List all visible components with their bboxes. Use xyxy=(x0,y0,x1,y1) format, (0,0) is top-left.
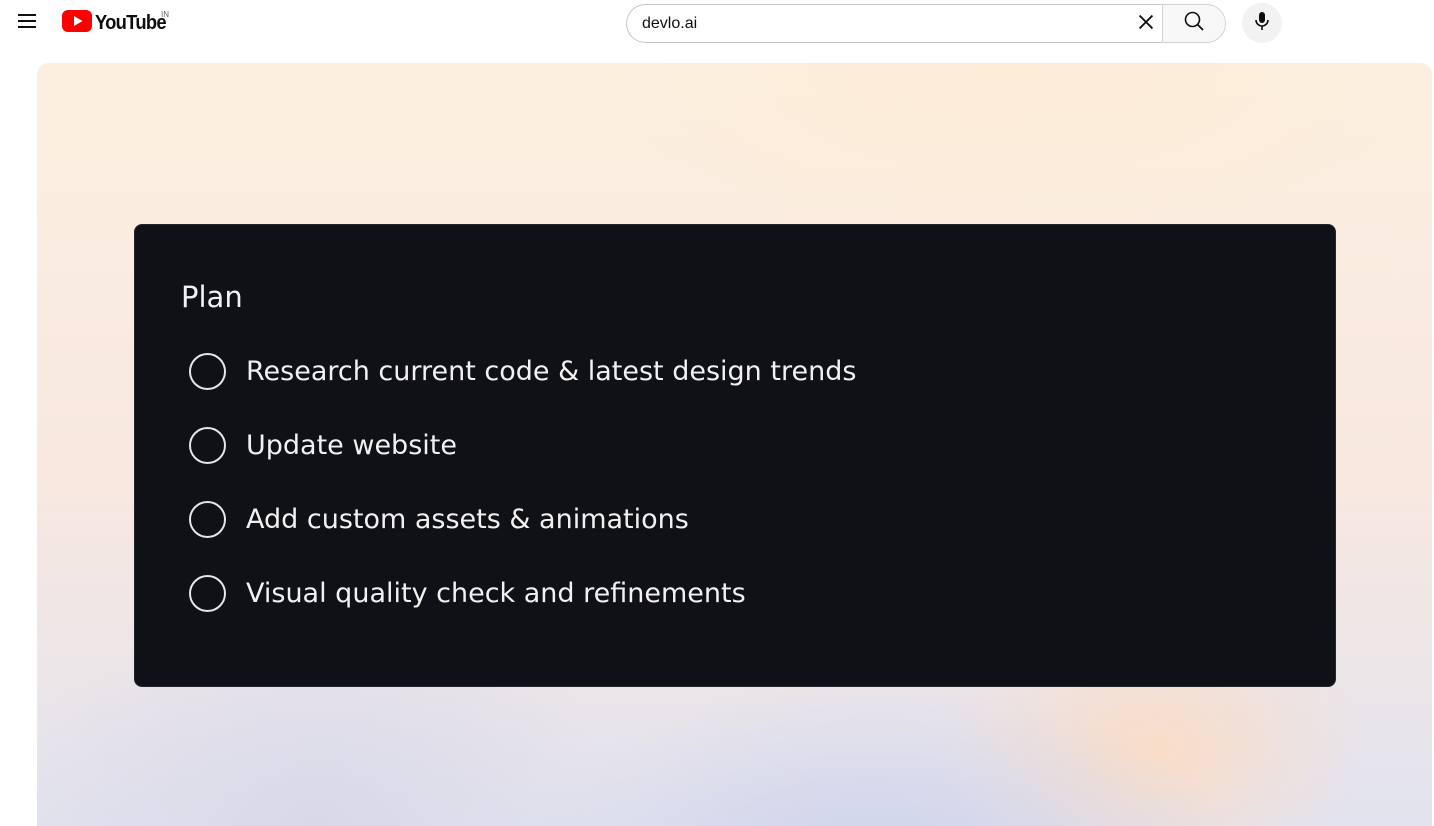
search-icon xyxy=(1182,9,1206,38)
search-input[interactable] xyxy=(642,5,1112,42)
plan-item: Add custom assets & animations xyxy=(189,500,689,538)
plan-item-label: Visual quality check and refinements xyxy=(246,577,746,609)
plan-item-label: Update website xyxy=(246,429,457,461)
voice-search-button[interactable] xyxy=(1242,3,1282,43)
logo-wordmark: YouTube xyxy=(95,11,167,34)
search-button[interactable] xyxy=(1162,4,1226,43)
plan-item-label: Research current code & latest design tr… xyxy=(246,355,857,387)
close-icon xyxy=(1135,11,1157,38)
empty-circle-icon xyxy=(189,574,226,612)
plan-item: Update website xyxy=(189,426,457,464)
microphone-icon xyxy=(1250,9,1274,38)
empty-circle-icon xyxy=(189,500,226,538)
plan-title: Plan xyxy=(181,280,243,314)
guide-menu-button[interactable] xyxy=(9,5,45,41)
youtube-home-logo[interactable]: YouTube xyxy=(62,9,172,37)
masthead: YouTube IN xyxy=(0,0,1434,56)
empty-circle-icon xyxy=(189,352,226,390)
hamburger-menu-icon xyxy=(15,9,39,38)
empty-circle-icon xyxy=(189,426,226,464)
plan-item-label: Add custom assets & animations xyxy=(246,503,689,535)
clear-search-button[interactable] xyxy=(1128,6,1164,42)
plan-item: Visual quality check and refinements xyxy=(189,574,746,612)
youtube-play-icon xyxy=(62,9,92,37)
plan-item: Research current code & latest design tr… xyxy=(189,352,856,390)
country-code: IN xyxy=(161,10,169,19)
plan-card: Plan Research current code & latest desi… xyxy=(134,224,1336,687)
video-player[interactable]: Plan Research current code & latest desi… xyxy=(37,63,1432,826)
search-box xyxy=(626,4,1163,43)
